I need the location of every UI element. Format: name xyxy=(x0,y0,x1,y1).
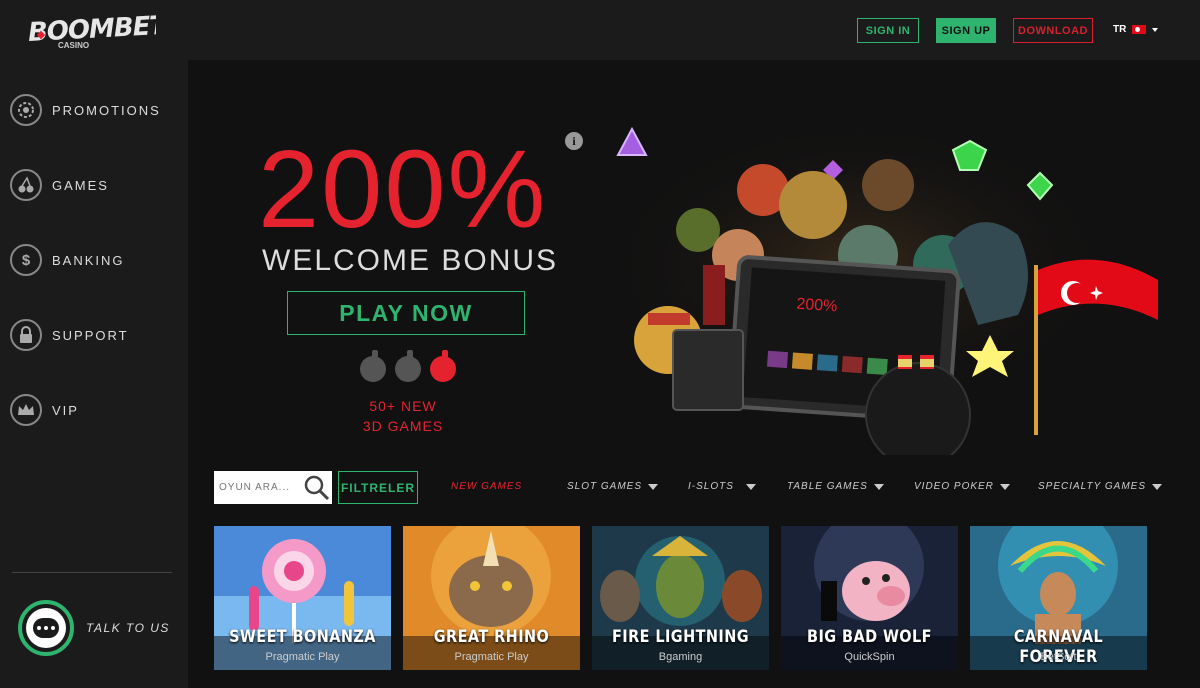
hero-banner: 200% i WELCOME BONUS PLAY NOW 50+ NEW 3D… xyxy=(188,60,1200,468)
sidebar-item-label: VIP xyxy=(52,402,79,418)
chat-icon xyxy=(18,600,74,656)
sign-in-button[interactable]: SIGN IN xyxy=(857,18,919,43)
hero-characters-illustration: 200% xyxy=(598,115,1188,468)
sidebar-item-support[interactable]: SUPPORT xyxy=(10,317,180,353)
sidebar: PROMOTIONS GAMES $ BANKING SUPPORT VIP T… xyxy=(0,60,188,688)
chevron-down-icon xyxy=(745,483,756,490)
chevron-down-icon xyxy=(648,483,659,490)
download-button[interactable]: DOWNLOAD xyxy=(1013,18,1093,43)
sidebar-item-vip[interactable]: VIP xyxy=(10,392,180,428)
game-tile-fire-lightning[interactable]: FIRE LIGHTNING Bgaming xyxy=(592,526,769,670)
game-provider: QuickSpin xyxy=(844,651,895,663)
bonus-percent: 200% xyxy=(258,128,548,251)
game-title: BIG BAD WOLF xyxy=(807,627,932,647)
fire-lightning-thumbnail xyxy=(592,526,769,670)
big-bad-wolf-thumbnail xyxy=(781,526,958,670)
chevron-down-icon xyxy=(1152,27,1159,32)
sidebar-item-label: BANKING xyxy=(52,252,125,268)
game-provider: Pragmatic Play xyxy=(454,651,529,663)
game-provider: BetSoft xyxy=(1040,651,1077,663)
new-games-line2: 3D GAMES xyxy=(362,418,444,434)
game-tile-carnaval-forever[interactable]: CARNAVAL FOREVER BetSoft xyxy=(970,526,1147,670)
filters-button[interactable]: FILTRELER xyxy=(338,471,418,504)
tab-slot-games[interactable]: SLOT GAMES xyxy=(567,481,659,492)
game-tile-great-rhino[interactable]: GREAT RHINO Pragmatic Play xyxy=(403,526,580,670)
tab-i-slots[interactable]: I-SLOTS xyxy=(688,481,756,492)
game-tile-sweet-bonanza[interactable]: SWEET BONANZA Pragmatic Play xyxy=(214,526,391,670)
tab-label: NEW GAMES xyxy=(451,481,523,492)
talk-to-us-label: TALK TO US xyxy=(86,621,170,635)
svg-text:CASINO: CASINO xyxy=(58,41,89,50)
main-content: 200% i WELCOME BONUS PLAY NOW 50+ NEW 3D… xyxy=(188,60,1200,688)
new-games-line1: 50+ NEW xyxy=(369,398,437,414)
chevron-down-icon xyxy=(1152,483,1162,490)
sweet-bonanza-thumbnail xyxy=(214,526,391,670)
new-games-caption: 50+ NEW 3D GAMES xyxy=(348,396,458,436)
bomb-icon xyxy=(430,350,456,382)
boombet-logo[interactable]: BOOMBET CASINO xyxy=(26,10,170,52)
welcome-bonus-title: WELCOME BONUS xyxy=(262,244,559,277)
tab-video-poker[interactable]: VIDEO POKER xyxy=(914,481,1010,492)
sidebar-item-label: SUPPORT xyxy=(52,327,129,343)
lock-icon xyxy=(10,319,42,351)
language-selector[interactable]: TR xyxy=(1113,24,1159,35)
chevron-down-icon xyxy=(873,483,884,490)
language-code: TR xyxy=(1113,24,1127,35)
tab-label: VIDEO POKER xyxy=(914,481,994,492)
game-title: FIRE LIGHTNING xyxy=(611,627,750,647)
top-header: BOOMBET CASINO SIGN IN SIGN UP DOWNLOAD … xyxy=(0,0,1200,60)
sidebar-item-banking[interactable]: $ BANKING xyxy=(10,242,180,278)
svg-text:BOOMBET: BOOMBET xyxy=(27,11,156,48)
search-icon[interactable] xyxy=(303,474,331,502)
tab-label: SPECIALTY GAMES xyxy=(1038,481,1146,492)
bomb-icons xyxy=(360,350,456,382)
game-provider: Bgaming xyxy=(658,651,703,663)
sidebar-item-promotions[interactable]: PROMOTIONS xyxy=(10,92,180,128)
tab-table-games[interactable]: TABLE GAMES xyxy=(787,481,884,492)
tab-label: SLOT GAMES xyxy=(567,481,643,492)
game-title: SWEET BONANZA xyxy=(229,627,376,647)
great-rhino-thumbnail xyxy=(403,526,580,670)
sign-up-button[interactable]: SIGN UP xyxy=(936,18,996,43)
info-icon[interactable]: i xyxy=(565,132,583,150)
sidebar-divider xyxy=(12,572,172,573)
talk-to-us-button[interactable]: TALK TO US xyxy=(18,600,170,656)
sidebar-item-games[interactable]: GAMES xyxy=(10,167,180,203)
game-tile-big-bad-wolf[interactable]: BIG BAD WOLF QuickSpin xyxy=(781,526,958,670)
game-title: GREAT RHINO xyxy=(433,627,550,647)
cherry-icon xyxy=(10,169,42,201)
crown-icon xyxy=(10,394,42,426)
tab-label: TABLE GAMES xyxy=(787,481,868,492)
play-now-button[interactable]: PLAY NOW xyxy=(287,291,525,335)
game-provider: Pragmatic Play xyxy=(265,651,340,663)
turkey-flag-icon xyxy=(1132,25,1147,34)
bomb-icon xyxy=(360,350,386,382)
sidebar-item-label: PROMOTIONS xyxy=(52,102,161,118)
tab-label: I-SLOTS xyxy=(688,481,734,492)
tab-specialty-games[interactable]: SPECIALTY GAMES xyxy=(1038,481,1162,492)
tablet-bonus-text: 200% xyxy=(796,296,838,316)
search-field[interactable] xyxy=(214,471,332,504)
search-input[interactable] xyxy=(219,482,303,493)
sidebar-item-label: GAMES xyxy=(52,177,109,193)
tab-new-games[interactable]: NEW GAMES xyxy=(451,481,522,492)
dollar-icon: $ xyxy=(10,244,42,276)
chevron-down-icon xyxy=(999,483,1010,490)
bomb-icon xyxy=(395,350,421,382)
chip-icon xyxy=(10,94,42,126)
